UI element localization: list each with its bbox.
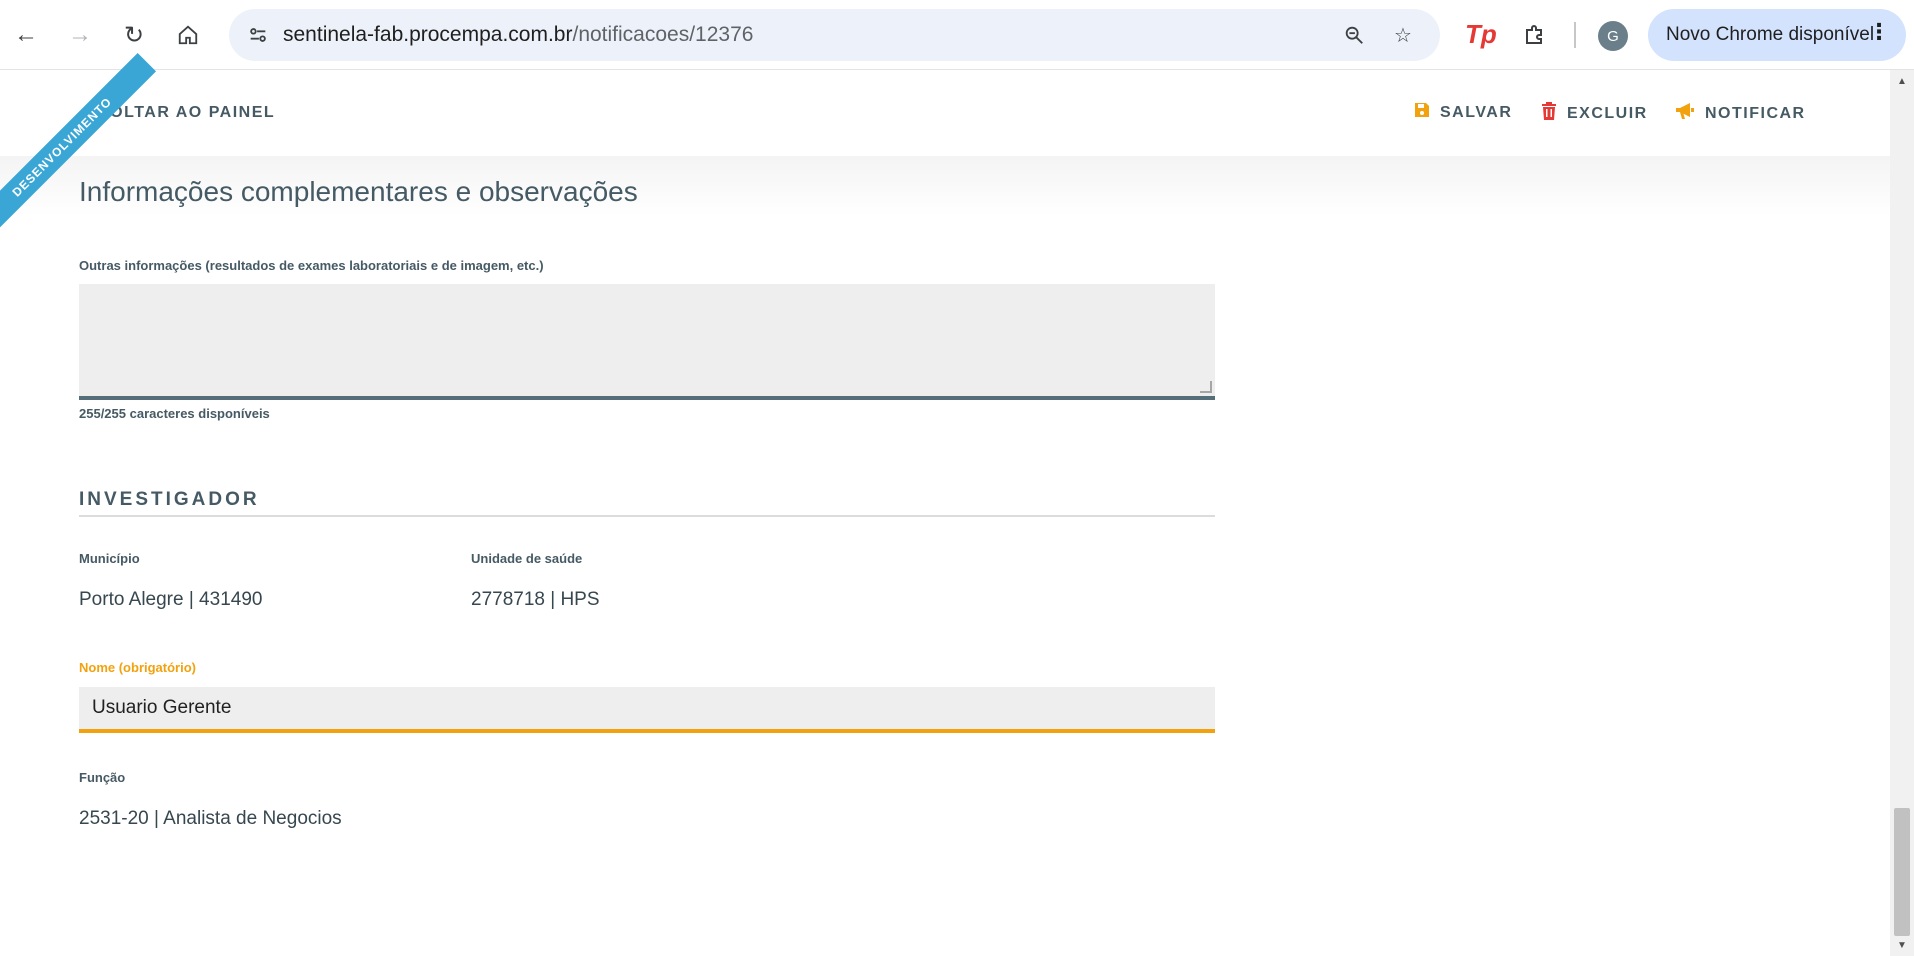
address-bar[interactable]: sentinela-fab.procempa.com.br/notificaco… bbox=[229, 9, 1440, 61]
municipality-value: Porto Alegre | 431490 bbox=[79, 589, 263, 610]
site-settings-icon[interactable] bbox=[245, 22, 271, 48]
chrome-update-button[interactable]: Novo Chrome disponível ⋮ bbox=[1648, 9, 1906, 61]
character-counter: 255/255 caracteres disponíveis bbox=[79, 406, 270, 421]
url-text[interactable]: sentinela-fab.procempa.com.br/notificaco… bbox=[283, 23, 753, 47]
profile-avatar[interactable]: G bbox=[1598, 21, 1628, 51]
toolbar-divider bbox=[1574, 22, 1576, 48]
megaphone-icon bbox=[1675, 102, 1695, 125]
trash-icon bbox=[1541, 102, 1557, 125]
bookmark-star-icon[interactable]: ☆ bbox=[1390, 22, 1416, 48]
section-title: Informações complementares e observações bbox=[79, 176, 638, 207]
notify-label: NOTIFICAR bbox=[1705, 104, 1806, 122]
zoom-icon[interactable] bbox=[1341, 22, 1367, 48]
home-icon[interactable] bbox=[170, 17, 206, 53]
reload-icon[interactable]: ↻ bbox=[116, 17, 152, 53]
delete-button[interactable]: EXCLUIR bbox=[1541, 102, 1648, 125]
browser-toolbar: ← → ↻ sentinela-fab.procempa.com.br/noti… bbox=[0, 0, 1914, 70]
scroll-down-arrow-icon[interactable]: ▼ bbox=[1890, 936, 1914, 954]
investigator-heading: INVESTIGADOR bbox=[79, 489, 260, 510]
page-scrollbar[interactable]: ▲ ▼ bbox=[1890, 70, 1914, 956]
update-label: Novo Chrome disponível bbox=[1666, 24, 1875, 45]
forward-arrow-icon[interactable]: → bbox=[62, 17, 98, 53]
floppy-disk-icon bbox=[1414, 102, 1430, 123]
notify-button[interactable]: NOTIFICAR bbox=[1675, 102, 1806, 125]
role-label: Função bbox=[79, 770, 126, 785]
investigator-divider bbox=[79, 515, 1215, 517]
scrollbar-thumb[interactable] bbox=[1894, 808, 1910, 936]
other-info-textarea[interactable] bbox=[79, 284, 1215, 400]
other-info-label: Outras informações (resultados de exames… bbox=[79, 258, 544, 273]
extensions-puzzle-icon[interactable] bbox=[1518, 17, 1552, 51]
save-label: SALVAR bbox=[1440, 103, 1513, 121]
back-to-panel-link[interactable]: VOLTAR AO PAINEL bbox=[98, 104, 275, 122]
resize-handle-icon[interactable] bbox=[1200, 381, 1212, 393]
name-input[interactable] bbox=[79, 687, 1215, 733]
page-content: VOLTAR AO PAINEL SALVAR EXCLUIR NOTIFICA… bbox=[0, 52, 1890, 956]
more-menu-icon[interactable]: ⋮ bbox=[1868, 21, 1890, 43]
save-button[interactable]: SALVAR bbox=[1414, 102, 1512, 123]
delete-label: EXCLUIR bbox=[1567, 104, 1648, 122]
scroll-up-arrow-icon[interactable]: ▲ bbox=[1890, 72, 1914, 90]
health-unit-value: 2778718 | HPS bbox=[471, 589, 600, 610]
name-label: Nome (obrigatório) bbox=[79, 660, 196, 675]
tp-extension-icon[interactable]: Tp bbox=[1465, 19, 1497, 50]
role-value: 2531-20 | Analista de Negocios bbox=[79, 808, 342, 829]
municipality-label: Município bbox=[79, 551, 140, 566]
back-arrow-icon[interactable]: ← bbox=[8, 17, 44, 53]
health-unit-label: Unidade de saúde bbox=[471, 551, 583, 566]
page-action-bar: VOLTAR AO PAINEL SALVAR EXCLUIR NOTIFICA… bbox=[0, 70, 1890, 156]
